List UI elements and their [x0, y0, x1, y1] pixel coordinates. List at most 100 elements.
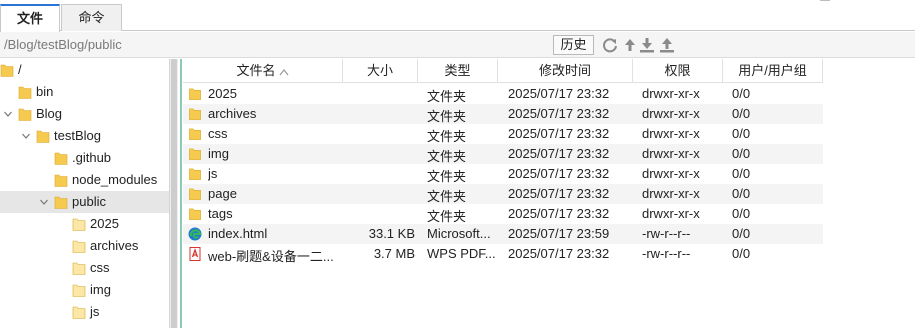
cell-modified: 2025/07/17 23:32 [508, 106, 610, 121]
cell-modified: 2025/07/17 23:32 [508, 86, 610, 101]
cell-modified: 2025/07/17 23:32 [508, 146, 610, 161]
folder-icon [72, 262, 86, 275]
tab-commands-label: 命令 [78, 10, 105, 25]
path-bar: /Blog/testBlog/public 历史 [0, 32, 915, 58]
cell-modified: 2025/07/17 23:32 [508, 126, 610, 141]
cell-type: 文件夹 [427, 189, 467, 204]
path-input[interactable]: /Blog/testBlog/public [4, 37, 122, 52]
cell-owner: 0/0 [732, 206, 751, 221]
folder-icon [189, 148, 201, 160]
folder-icon [72, 284, 86, 297]
folder-icon [54, 196, 68, 209]
tab-files[interactable]: 文件 [0, 4, 60, 32]
tree-item[interactable]: node_modules [0, 169, 169, 191]
refresh-icon[interactable] [601, 36, 619, 54]
cell-perm: drwxr-xr-x [642, 186, 700, 201]
history-button[interactable]: 历史 [553, 35, 594, 55]
folder-icon [189, 108, 201, 120]
folder-icon [54, 152, 68, 165]
folder-icon [72, 240, 86, 253]
file-row[interactable]: web-刷题&设备一二... 3.7 MB WPS PDF... 2025/07/17… [183, 244, 823, 264]
folder-icon [189, 208, 201, 220]
upload-icon[interactable] [658, 36, 676, 54]
tree-item[interactable]: testBlog [0, 125, 169, 147]
tree-item[interactable]: js [0, 301, 169, 323]
column-permissions[interactable]: 权限 [633, 59, 723, 83]
tree-item[interactable]: / [0, 59, 169, 81]
column-modified[interactable]: 修改时间 [498, 59, 633, 83]
tree-item-label: .github [72, 150, 112, 165]
cell-owner: 0/0 [732, 246, 751, 261]
pane-splitter[interactable] [180, 59, 182, 328]
cell-size: 33.1 KB [368, 226, 415, 241]
cell-owner: 0/0 [732, 186, 751, 201]
cell-type: 文件夹 [427, 169, 467, 184]
upload-arrow-icon[interactable] [621, 36, 639, 54]
cell-type: Microsoft... [427, 226, 491, 241]
tree-item-label: archives [90, 238, 139, 253]
column-name-label: 文件名 [236, 63, 276, 78]
cell-perm: drwxr-xr-x [642, 126, 700, 141]
tab-bar: 文件 命令 [0, 0, 915, 32]
tree-item-label: testBlog [54, 128, 101, 143]
cell-name: 2025 [208, 86, 237, 101]
file-row[interactable]: archives 文件夹 2025/07/17 23:32 drwxr-xr-x 0/0 [183, 104, 823, 124]
file-row[interactable]: index.html 33.1 KB Microsoft... 2025/07/17 … [183, 224, 823, 244]
file-list: 文件名 大小 类型 修改时间 权限 用户/用户组 2025 文件夹 2025/07/… [183, 59, 915, 328]
cell-perm: -rw-r--r-- [642, 246, 691, 261]
window-corner-mark [820, 0, 830, 2]
cell-modified: 2025/07/17 23:59 [508, 226, 610, 241]
file-row[interactable]: css 文件夹 2025/07/17 23:32 drwxr-xr-x 0/0 [183, 124, 823, 144]
column-owner[interactable]: 用户/用户组 [723, 59, 823, 83]
tree-scrollbar-thumb[interactable] [171, 59, 177, 328]
folder-icon [18, 86, 32, 99]
folder-icon [0, 64, 14, 77]
download-icon[interactable] [638, 36, 656, 54]
column-size[interactable]: 大小 [343, 59, 418, 83]
file-row[interactable]: img 文件夹 2025/07/17 23:32 drwxr-xr-x 0/0 [183, 144, 823, 164]
cell-name: img [208, 146, 229, 161]
cell-modified: 2025/07/17 23:32 [508, 186, 610, 201]
cell-type: 文件夹 [427, 129, 467, 144]
tree-item[interactable]: archives [0, 235, 169, 257]
cell-name: page [208, 186, 237, 201]
folder-icon [189, 188, 201, 200]
column-name[interactable]: 文件名 [183, 59, 343, 83]
tree-item[interactable]: img [0, 279, 169, 301]
file-row[interactable]: 2025 文件夹 2025/07/17 23:32 drwxr-xr-x 0/0 [183, 84, 823, 104]
tree-item-label: img [90, 282, 111, 297]
tree-item[interactable]: bin [0, 81, 169, 103]
cell-owner: 0/0 [732, 86, 751, 101]
file-row[interactable]: page 文件夹 2025/07/17 23:32 drwxr-xr-x 0/0 [183, 184, 823, 204]
cell-type: 文件夹 [427, 209, 467, 224]
cell-name: tags [208, 206, 233, 221]
folder-icon [36, 130, 50, 143]
tab-commands[interactable]: 命令 [61, 4, 122, 31]
tree-item-label: css [90, 260, 110, 275]
tree-item[interactable]: .github [0, 147, 169, 169]
column-type[interactable]: 类型 [418, 59, 498, 83]
tree-item-label: bin [36, 84, 54, 99]
tree-item[interactable]: public [0, 191, 169, 213]
file-row[interactable]: js 文件夹 2025/07/17 23:32 drwxr-xr-x 0/0 [183, 164, 823, 184]
folder-icon [54, 174, 68, 187]
cell-name: archives [208, 106, 257, 121]
tree-scrollbar[interactable] [169, 59, 178, 328]
cell-perm: drwxr-xr-x [642, 166, 700, 181]
cell-perm: drwxr-xr-x [642, 206, 700, 221]
tree-item[interactable]: Blog [0, 103, 169, 125]
file-row[interactable]: tags 文件夹 2025/07/17 23:32 drwxr-xr-x 0/0 [183, 204, 823, 224]
cell-size: 3.7 MB [373, 246, 415, 261]
file-list-header: 文件名 大小 类型 修改时间 权限 用户/用户组 [183, 59, 823, 83]
folder-icon [189, 128, 201, 140]
tree-item[interactable]: css [0, 257, 169, 279]
cell-name: web-刷题&设备一二... [208, 249, 334, 264]
cell-owner: 0/0 [732, 126, 751, 141]
cell-modified: 2025/07/17 23:32 [508, 206, 610, 221]
directory-tree: / bin Blog testBlog .github node_modules publi… [0, 59, 169, 328]
chevron-down-icon[interactable] [3, 109, 13, 119]
chevron-down-icon[interactable] [21, 131, 31, 141]
cell-perm: drwxr-xr-x [642, 146, 700, 161]
chevron-down-icon[interactable] [39, 197, 49, 207]
tree-item[interactable]: 2025 [0, 213, 169, 235]
